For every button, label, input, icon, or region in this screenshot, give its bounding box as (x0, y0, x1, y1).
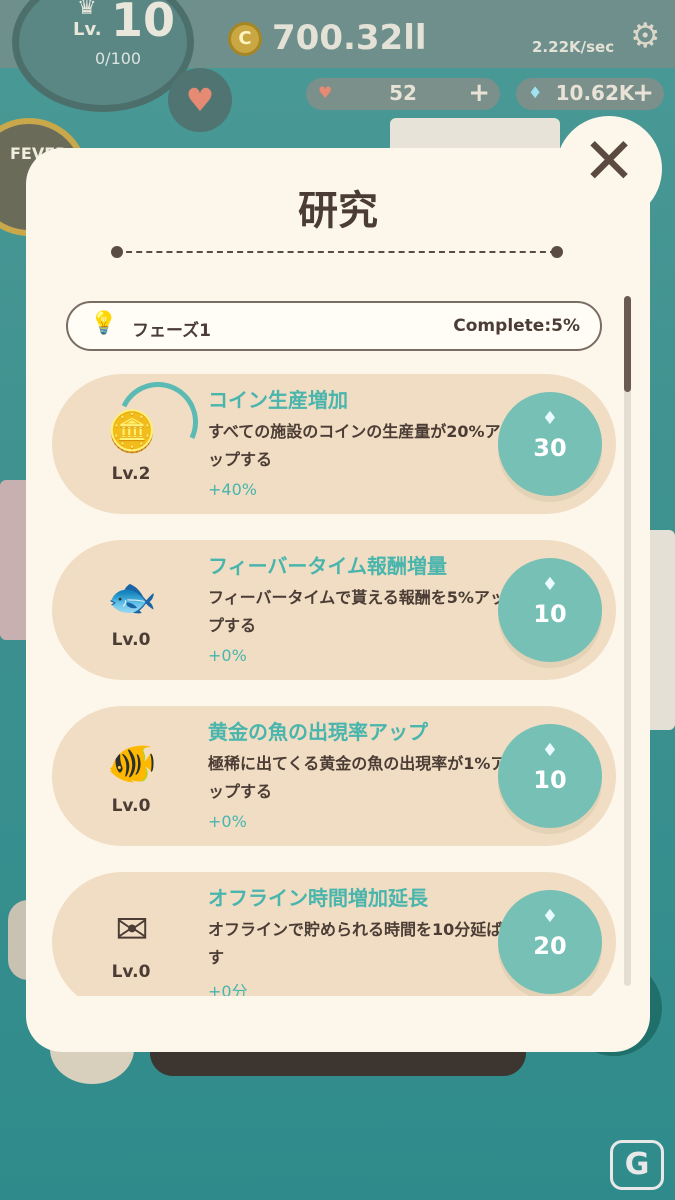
research-description: フィーバータイムで貰える報酬を5%アップする (208, 588, 506, 635)
add-hearts-button[interactable]: + (468, 78, 490, 108)
research-dialog: 研究 💡 フェーズ1 Complete:5% 🪙 Lv.2 コイン生産増加 すべ… (16, 148, 660, 1064)
research-cost: 20 (533, 932, 567, 960)
research-description: オフラインで貯められる時間を10分延ばす (208, 920, 503, 967)
research-cost: 30 (533, 434, 567, 462)
fish-reward-icon: 🐟 (107, 575, 157, 621)
lightbulb-icon: 💡 (90, 311, 118, 336)
scrollbar-track[interactable] (624, 296, 631, 986)
gem-icon: ♦ (541, 408, 559, 429)
research-level: Lv.0 (111, 796, 151, 816)
research-bonus: +0% (208, 646, 247, 665)
golden-fish-icon: 🐠 (107, 741, 157, 787)
research-bonus: +0% (208, 812, 247, 831)
gem-icon: ♦ (541, 740, 559, 761)
research-buy-button[interactable]: ♦ 10 (498, 724, 602, 828)
offline-time-icon: ✉ (115, 907, 149, 953)
level-prefix: Lv. (73, 19, 102, 40)
research-bonus: +0分 (208, 982, 248, 996)
research-list[interactable]: 🪙 Lv.2 コイン生産増加 すべての施設のコインの生産量が20%アップする +… (52, 374, 622, 996)
phase-bar: 💡 フェーズ1 Complete:5% (66, 301, 602, 351)
gear-icon[interactable]: ⚙ (630, 16, 660, 56)
research-level: Lv.0 (111, 962, 151, 982)
heart-bubble-icon[interactable]: ♥ (168, 68, 232, 132)
research-level: Lv.0 (111, 630, 151, 650)
research-cost: 10 (533, 766, 567, 794)
level-progress: 0/100 (95, 49, 142, 68)
research-cost: 10 (533, 600, 567, 628)
add-gems-button[interactable]: + (632, 78, 654, 108)
coin-stack-icon: 🪙 (107, 409, 157, 455)
coin-count: 700.32ll (272, 18, 427, 58)
phase-name: フェーズ1 (132, 321, 211, 341)
research-description: すべての施設のコインの生産量が20%アップする (208, 422, 501, 469)
hearts-counter[interactable]: ♥ 52 + (306, 78, 500, 110)
research-item: 🐠 Lv.0 黄金の魚の出現率アップ 極稀に出てくる黄金の魚の出現率が1%アップ… (52, 706, 616, 846)
research-buy-button[interactable]: ♦ 10 (498, 558, 602, 662)
research-bonus: +40% (208, 480, 257, 499)
phase-complete: Complete:5% (453, 316, 580, 336)
research-item: 🪙 Lv.2 コイン生産増加 すべての施設のコインの生産量が20%アップする +… (52, 374, 616, 514)
coin-rate: 2.22K/sec (532, 38, 615, 56)
research-title: オフライン時間増加延長 (208, 886, 428, 910)
watermark-logo: G (610, 1140, 664, 1190)
coin-icon: C (228, 22, 262, 56)
research-level: Lv.2 (111, 464, 151, 484)
close-icon: ✕ (582, 125, 636, 199)
gem-icon: ♦ (541, 574, 559, 595)
research-title: 黄金の魚の出現率アップ (208, 720, 428, 744)
research-item: 🐟 Lv.0 フィーバータイム報酬増量 フィーバータイムで貰える報酬を5%アップ… (52, 540, 616, 680)
research-title: フィーバータイム報酬増量 (208, 554, 447, 578)
crown-icon: ♛ (77, 0, 97, 20)
research-buy-button[interactable]: ♦ 30 (498, 392, 602, 496)
scrollbar-thumb[interactable] (624, 296, 631, 392)
gem-icon: ♦ (541, 906, 559, 927)
research-description: 極稀に出てくる黄金の魚の出現率が1%アップする (208, 754, 507, 801)
research-title: コイン生産増加 (208, 388, 348, 412)
level-number: 10 (111, 0, 176, 47)
divider-dot (551, 246, 563, 258)
research-item: ✉ Lv.0 オフライン時間増加延長 オフラインで貯められる時間を10分延ばす … (52, 872, 616, 996)
gems-counter[interactable]: ♦ 10.62K + (516, 78, 664, 110)
close-button[interactable]: ✕ (556, 116, 662, 222)
research-buy-button[interactable]: ♦ 20 (498, 890, 602, 994)
title-divider (116, 251, 556, 253)
